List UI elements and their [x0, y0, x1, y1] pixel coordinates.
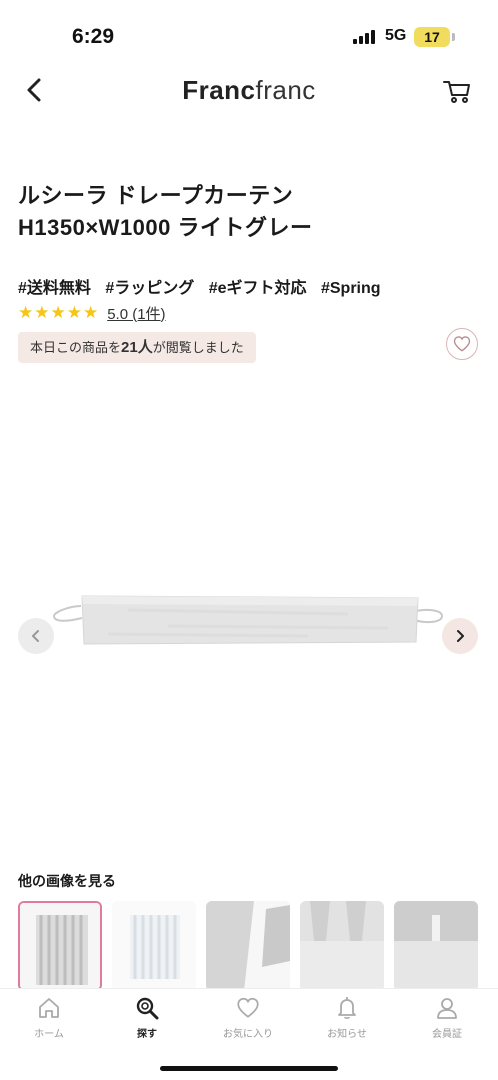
tab-label: お気に入り [223, 1029, 273, 1040]
member-card-icon [437, 998, 457, 1019]
thumbnail[interactable] [300, 901, 384, 991]
heart-icon [453, 336, 471, 352]
tab-home[interactable]: ホーム [14, 995, 84, 1045]
tab-label: ホーム [34, 1029, 64, 1040]
product-image-carousel[interactable] [0, 370, 498, 870]
product-title-line2: H1350×W1000 ライトグレー [18, 215, 313, 240]
status-bar: 6:29 5G 17 [0, 0, 498, 70]
rating-stars: ★★★★★ [18, 303, 100, 322]
cart-icon [443, 81, 470, 103]
logo-light: franc [255, 75, 316, 105]
home-indicator [160, 1066, 338, 1071]
tab-label: 会員証 [432, 1029, 462, 1040]
product-tags: #送料無料 #ラッピング #eギフト対応 #Spring [18, 274, 488, 298]
rating-link[interactable]: 5.0 (1件) [107, 303, 165, 324]
tag-link[interactable]: #Spring [321, 280, 381, 297]
thumbnail-image [394, 901, 478, 991]
views-count: 21人 [121, 339, 153, 356]
tab-notifications[interactable]: お知らせ [312, 995, 382, 1045]
thumbnail[interactable] [112, 901, 196, 991]
thumbnail[interactable] [18, 901, 102, 991]
thumbnail-strip [18, 901, 498, 991]
carousel-prev-button[interactable] [18, 618, 54, 654]
thumbnail-image [20, 903, 100, 989]
carousel-next-button[interactable] [442, 618, 478, 654]
status-time: 6:29 [72, 25, 115, 48]
favorite-button[interactable] [446, 328, 478, 360]
more-images-label: 他の画像を見る [18, 873, 116, 889]
logo-bold: Franc [182, 75, 256, 105]
product-title-line1: ルシーラ ドレープカーテン [18, 183, 294, 208]
chevron-right-icon [457, 630, 464, 642]
brand-logo[interactable]: Francfranc [0, 75, 498, 106]
tab-member-card[interactable]: 会員証 [412, 995, 482, 1045]
cart-button[interactable] [440, 73, 474, 107]
signal-icon [353, 30, 377, 44]
views-prefix: 本日この商品を [30, 340, 122, 355]
battery-tip [452, 33, 455, 41]
thumbnail-image [206, 901, 290, 991]
tag-link[interactable]: #送料無料 [18, 280, 91, 297]
thumbnail-image [112, 901, 196, 991]
home-icon [39, 998, 59, 1018]
search-icon [136, 997, 159, 1020]
battery-level: 17 [424, 29, 440, 45]
views-suffix: が閲覧しました [152, 340, 244, 355]
rating: ★★★★★ 5.0 (1件) [18, 302, 166, 324]
heart-icon [237, 997, 259, 1018]
bell-icon [338, 997, 356, 1019]
tag-link[interactable]: #eギフト対応 [209, 280, 307, 297]
battery-icon: 17 [414, 27, 450, 47]
views-badge: 本日この商品を21人が閲覧しました [18, 332, 256, 363]
tab-search[interactable]: 探す [112, 995, 182, 1045]
tag-link[interactable]: #ラッピング [105, 280, 194, 297]
tab-favorites[interactable]: お気に入り [213, 995, 283, 1045]
product-title: ルシーラ ドレープカーテン H1350×W1000 ライトグレー [18, 180, 478, 244]
chevron-left-icon [32, 630, 39, 642]
thumbnail[interactable] [206, 901, 290, 991]
network-label: 5G [385, 27, 407, 44]
tab-label: 探す [137, 1029, 157, 1040]
thumbnail[interactable] [394, 901, 478, 991]
thumbnail-image [300, 901, 384, 991]
app-header: Francfranc [0, 65, 498, 115]
product-image [52, 595, 444, 645]
tab-label: お知らせ [327, 1029, 367, 1040]
